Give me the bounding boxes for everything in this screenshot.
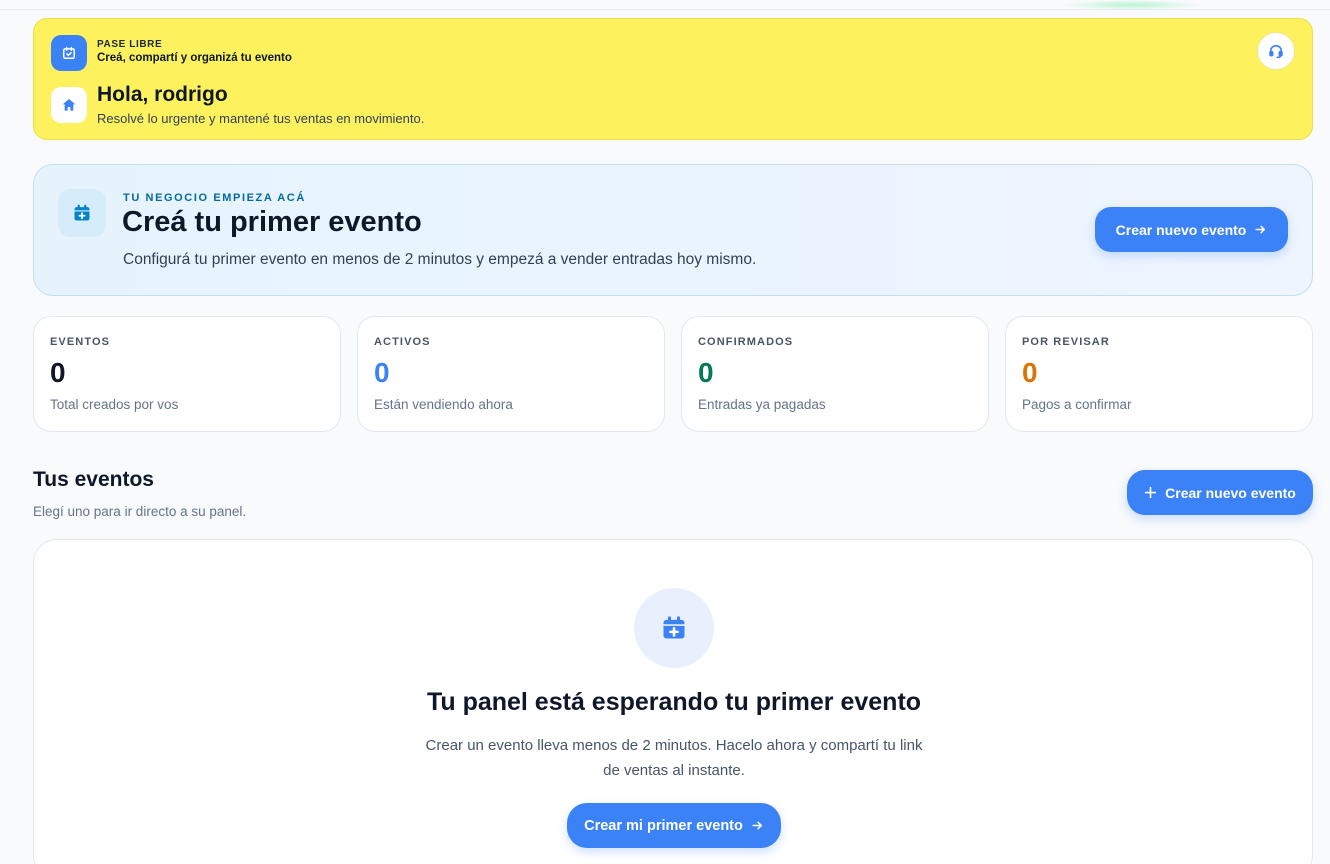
empty-state-description: Crear un evento lleva menos de 2 minutos… [425, 737, 923, 779]
headset-icon [1269, 44, 1283, 59]
welcome-banner: PASE LIBRE Creá, compartí y organizá tu … [33, 18, 1313, 140]
events-create-event-button[interactable]: Crear nuevo evento [1127, 470, 1313, 515]
create-first-event-button[interactable]: Crear mi primer evento [567, 803, 781, 848]
calendar-check-icon [51, 35, 87, 71]
top-bar-glow [1062, 0, 1202, 10]
stat-value: 0 [374, 357, 390, 388]
empty-state-title: Tu panel está esperando tu primer evento [426, 688, 922, 716]
create-first-event-label: Crear mi primer evento [584, 817, 743, 834]
stat-value: 0 [698, 357, 714, 388]
create-event-hero: TU NEGOCIO EMPIEZA ACÁ Creá tu primer ev… [33, 164, 1313, 296]
stat-value: 0 [1022, 357, 1038, 388]
greeting-title: Hola, rodrigo [97, 83, 228, 106]
hero-create-event-label: Crear nuevo evento [1115, 221, 1247, 238]
hero-create-event-button[interactable]: Crear nuevo evento [1095, 207, 1288, 252]
stat-caption: Están vendiendo ahora [374, 397, 513, 412]
stat-label: ACTIVOS [374, 336, 431, 348]
hero-subtitle: Configurá tu primer evento en menos de 2… [123, 251, 757, 268]
stat-card-por-revisar: POR REVISAR 0 Pagos a confirmar [1005, 316, 1313, 432]
hero-title: Creá tu primer evento [122, 206, 422, 238]
brand-kicker: PASE LIBRE [97, 39, 163, 50]
events-create-event-label: Crear nuevo evento [1165, 484, 1296, 501]
arrow-right-icon [752, 821, 762, 830]
events-section-title: Tus eventos [33, 468, 154, 491]
stat-caption: Entradas ya pagadas [698, 397, 826, 412]
stat-label: CONFIRMADOS [698, 336, 794, 348]
empty-state-card: Tu panel está esperando tu primer evento… [33, 539, 1313, 864]
calendar-plus-icon [634, 588, 714, 668]
stat-label: POR REVISAR [1022, 336, 1110, 348]
greeting-subtitle: Resolvé lo urgente y mantené tus ventas … [97, 111, 425, 126]
stat-card-confirmados: CONFIRMADOS 0 Entradas ya pagadas [681, 316, 989, 432]
hero-kicker: TU NEGOCIO EMPIEZA ACÁ [123, 192, 306, 204]
stat-value: 0 [50, 357, 66, 388]
stat-caption: Pagos a confirmar [1022, 397, 1132, 412]
home-icon [51, 87, 87, 123]
calendar-plus-icon [58, 189, 106, 237]
stat-caption: Total creados por vos [50, 397, 179, 412]
support-button[interactable] [1257, 32, 1295, 70]
stat-card-activos: ACTIVOS 0 Están vendiendo ahora [357, 316, 665, 432]
arrow-right-icon [1255, 225, 1266, 234]
brand-tagline: Creá, compartí y organizá tu evento [97, 52, 292, 64]
events-section-subtitle: Elegí uno para ir directo a su panel. [33, 504, 247, 519]
stat-card-eventos: EVENTOS 0 Total creados por vos [33, 316, 341, 432]
plus-icon [1144, 486, 1157, 499]
stat-label: EVENTOS [50, 336, 111, 348]
